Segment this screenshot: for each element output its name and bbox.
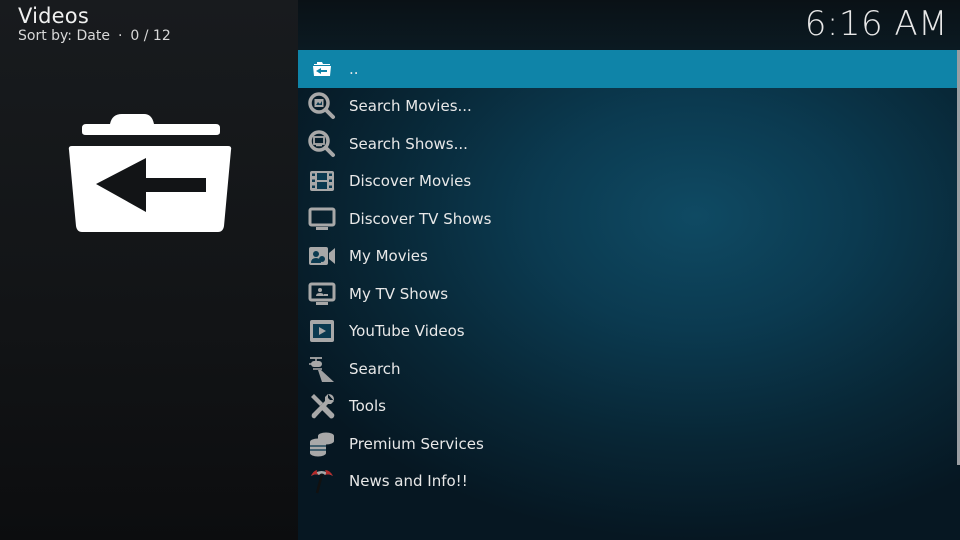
item-label: Tools xyxy=(349,397,386,416)
folder-back-icon xyxy=(308,55,336,83)
folder-back-icon xyxy=(68,114,232,232)
item-label: Search Movies... xyxy=(349,97,472,116)
separator: · xyxy=(117,28,123,44)
item-label: Premium Services xyxy=(349,434,484,453)
item-count: 0 / 12 xyxy=(130,28,171,44)
list-item-search[interactable]: Search xyxy=(298,350,957,388)
search-movies-icon xyxy=(308,92,336,120)
list-item-my-tv-shows[interactable]: My TV Shows xyxy=(298,275,957,313)
item-label: My TV Shows xyxy=(349,284,449,303)
list-item-premium-services[interactable]: Premium Services xyxy=(298,425,957,463)
window-title: Videos xyxy=(18,4,89,28)
item-label: Search Shows... xyxy=(349,134,468,153)
video-camera-icon xyxy=(308,242,336,270)
item-label: Search xyxy=(349,359,401,378)
menu-list: .. Search Movies... Search Shows... Disc… xyxy=(298,50,957,500)
list-item-search-shows[interactable]: Search Shows... xyxy=(298,125,957,163)
item-label: News and Info!! xyxy=(349,472,468,491)
film-strip-icon xyxy=(308,167,336,195)
clock: 6:16 AM xyxy=(804,4,948,44)
tv-user-icon xyxy=(308,280,336,308)
list-item-parent-folder[interactable]: .. xyxy=(298,50,957,88)
item-label: .. xyxy=(349,59,359,78)
play-screen-icon xyxy=(308,317,336,345)
list-item-search-movies[interactable]: Search Movies... xyxy=(298,88,957,126)
umbrella-icon xyxy=(308,467,336,495)
list-item-tools[interactable]: Tools xyxy=(298,388,957,426)
list-item-youtube-videos[interactable]: YouTube Videos xyxy=(298,313,957,351)
item-label: YouTube Videos xyxy=(349,322,465,341)
sort-label[interactable]: Sort by: Date xyxy=(18,28,110,44)
list-item-my-movies[interactable]: My Movies xyxy=(298,238,957,276)
tv-icon xyxy=(308,205,336,233)
item-label: Discover Movies xyxy=(349,172,472,191)
item-label: Discover TV Shows xyxy=(349,209,492,228)
left-panel xyxy=(0,0,298,540)
helicopter-search-icon xyxy=(308,355,336,383)
item-label: My Movies xyxy=(349,247,428,266)
search-shows-icon xyxy=(308,130,336,158)
list-item-news-and-info[interactable]: News and Info!! xyxy=(298,463,957,501)
list-item-discover-tv-shows[interactable]: Discover TV Shows xyxy=(298,200,957,238)
sort-info: Sort by: Date · 0 / 12 xyxy=(18,28,171,44)
tools-icon xyxy=(308,392,336,420)
list-item-discover-movies[interactable]: Discover Movies xyxy=(298,163,957,201)
coins-icon xyxy=(308,430,336,458)
